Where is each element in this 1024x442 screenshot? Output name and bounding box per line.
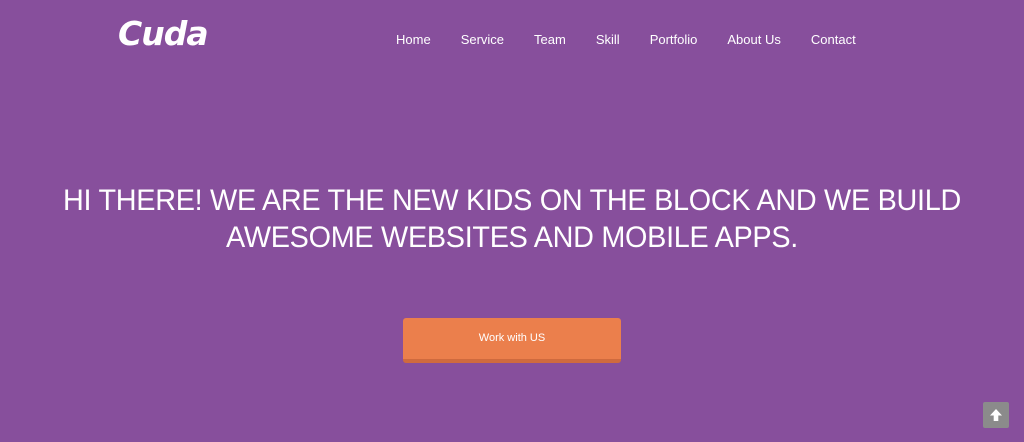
scroll-to-top-button[interactable] (983, 402, 1009, 428)
nav-item-service[interactable]: Service (461, 31, 504, 49)
arrow-up-icon (990, 409, 1002, 421)
hero-heading: HI THERE! WE ARE THE NEW KIDS ON THE BLO… (20, 182, 1003, 256)
hero-heading-line-2: AWESOME WEBSITES AND MOBILE APPS. (226, 221, 798, 254)
main-nav: Home Service Team Skill Portfolio About … (396, 31, 856, 49)
nav-item-contact[interactable]: Contact (811, 31, 856, 49)
nav-item-portfolio[interactable]: Portfolio (650, 31, 698, 49)
nav-item-skill[interactable]: Skill (596, 31, 620, 49)
nav-item-team[interactable]: Team (534, 31, 566, 49)
logo[interactable]: Cuda (118, 14, 209, 54)
work-with-us-button[interactable]: Work with US (403, 318, 621, 363)
hero-section: Cuda Home Service Team Skill Portfolio A… (0, 0, 1024, 442)
hero-heading-line-1: HI THERE! WE ARE THE NEW KIDS ON THE BLO… (63, 184, 961, 217)
nav-item-about-us[interactable]: About Us (727, 31, 780, 49)
nav-item-home[interactable]: Home (396, 31, 431, 49)
